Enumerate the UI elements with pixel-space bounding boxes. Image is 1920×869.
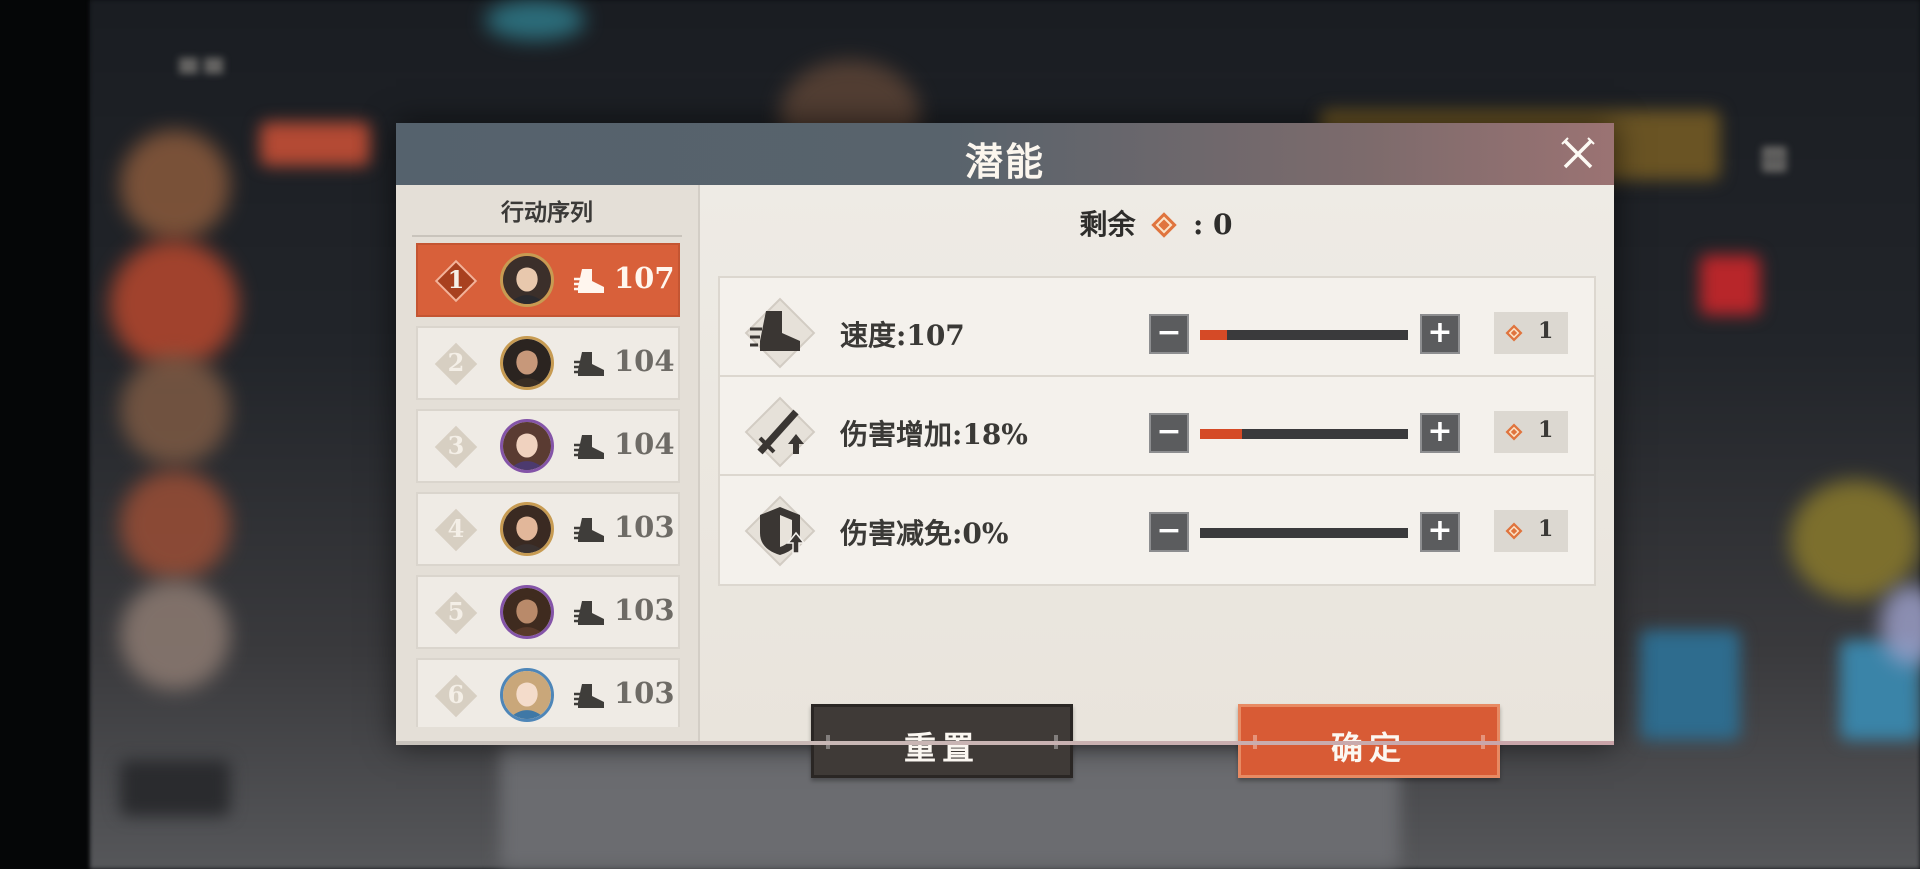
- dialog-title-bar: 潜能: [396, 123, 1614, 185]
- increase-button[interactable]: +: [1420, 413, 1460, 453]
- stat-cost-value: 1: [1538, 417, 1554, 443]
- speed-boot-icon: [574, 267, 606, 295]
- rank-number: 4: [447, 514, 465, 543]
- stat-progress-fill: [1200, 429, 1242, 439]
- speed-value: 107: [614, 261, 675, 295]
- rank-diamond-icon: 5: [434, 591, 478, 635]
- stat-row: 伤害减免:0% − + 1: [718, 474, 1596, 586]
- stat-cost: 1: [1494, 411, 1568, 453]
- rank-diamond-icon: 6: [434, 674, 478, 718]
- speed-boot-icon: [574, 599, 606, 627]
- sequence-item[interactable]: 4 103: [416, 492, 680, 566]
- remaining-label: 剩余: [1079, 208, 1136, 241]
- action-sequence-list[interactable]: 1 107 2 104 3 104 4 103 5 103 6 103: [416, 243, 680, 727]
- potential-gem-icon: [1151, 211, 1177, 238]
- background-button: [120, 760, 230, 816]
- rank-number: 1: [447, 265, 465, 294]
- rank-diamond-icon: 4: [434, 508, 478, 552]
- speed-boot-icon: [574, 433, 606, 461]
- confirm-button-label: 确定: [1330, 729, 1407, 767]
- remaining-points: 剩余 : 0: [698, 203, 1614, 244]
- decrease-button[interactable]: −: [1149, 314, 1189, 354]
- character-avatar: [500, 502, 554, 556]
- stat-progress-bar: [1200, 429, 1408, 439]
- background-card: [1790, 480, 1920, 600]
- stat-cost: 1: [1494, 510, 1568, 552]
- increase-button[interactable]: +: [1420, 512, 1460, 552]
- dialog-body: 行动序列 1 107 2 104 3 104 4 103 5 103 6 103…: [396, 185, 1614, 778]
- sequence-item[interactable]: 6 103: [416, 658, 680, 727]
- background-decor-text: ≡≡: [176, 48, 227, 83]
- potential-dialog: 潜能 行动序列 1 107 2 104 3 104 4 103 5 103 6 …: [396, 123, 1614, 778]
- close-button[interactable]: [1560, 136, 1596, 172]
- potential-gem-icon: [1505, 324, 1523, 342]
- background-portrait: [120, 130, 230, 240]
- speed-value: 103: [614, 676, 675, 710]
- increase-button[interactable]: +: [1420, 314, 1460, 354]
- decrease-button[interactable]: −: [1149, 512, 1189, 552]
- speed-boot-icon: [574, 682, 606, 710]
- rank-number: 3: [447, 431, 465, 460]
- background-tab: [260, 122, 370, 166]
- speed-value: 103: [614, 593, 675, 627]
- stat-progress-fill: [1200, 330, 1228, 340]
- background-card: [1640, 630, 1740, 740]
- rank-diamond-icon: 3: [434, 425, 478, 469]
- background-left-bar: [0, 0, 90, 869]
- rank-diamond-icon: 2: [434, 342, 478, 386]
- speed-value: 104: [614, 344, 675, 378]
- background-red-item: [1700, 255, 1760, 315]
- background-portrait: [120, 470, 230, 580]
- speed-boot-icon: [744, 297, 816, 369]
- stat-row: 速度:107 − + 1: [718, 276, 1596, 388]
- close-x-icon: [1561, 137, 1595, 169]
- decrease-button[interactable]: −: [1149, 413, 1189, 453]
- speed-boot-icon: [574, 516, 606, 544]
- stat-label: 伤害增加:18%: [840, 418, 1028, 451]
- speed-value: 103: [614, 510, 675, 544]
- character-avatar: [500, 336, 554, 390]
- action-sequence-title: 行动序列: [412, 193, 682, 237]
- damage-sword-icon: [744, 396, 816, 468]
- character-avatar: [500, 253, 554, 307]
- rank-diamond-icon: 1: [434, 259, 478, 303]
- potential-gem-icon: [1505, 522, 1523, 540]
- dialog-title: 潜能: [964, 139, 1045, 184]
- remaining-value: : 0: [1192, 208, 1233, 241]
- potential-gem-icon: [1505, 423, 1523, 441]
- stat-progress-bar: [1200, 528, 1408, 538]
- sequence-item[interactable]: 1 107: [416, 243, 680, 317]
- action-sequence-panel: 行动序列 1 107 2 104 3 104 4 103 5 103 6 103: [396, 185, 700, 745]
- stat-row: 伤害增加:18% − + 1: [718, 375, 1596, 487]
- reset-button-label: 重置: [903, 729, 980, 767]
- stat-progress-bar: [1200, 330, 1408, 340]
- dialog-bottom-edge: [396, 741, 1614, 745]
- sequence-item[interactable]: 2 104: [416, 326, 680, 400]
- rank-number: 2: [447, 348, 465, 377]
- background-decor-text: ▥: [1760, 140, 1789, 175]
- stat-cost: 1: [1494, 312, 1568, 354]
- speed-boot-icon: [574, 350, 606, 378]
- speed-value: 104: [614, 427, 675, 461]
- rank-number: 6: [447, 680, 465, 709]
- sequence-item[interactable]: 5 103: [416, 575, 680, 649]
- stat-cost-value: 1: [1538, 318, 1554, 344]
- character-avatar: [500, 668, 554, 722]
- stat-label: 速度:107: [840, 319, 965, 352]
- stat-cost-value: 1: [1538, 516, 1554, 542]
- stat-label: 伤害减免:0%: [840, 517, 1009, 550]
- rank-number: 5: [447, 597, 465, 626]
- character-avatar: [500, 419, 554, 473]
- background-portrait: [120, 580, 230, 690]
- background-portrait: [120, 355, 230, 465]
- character-avatar: [500, 585, 554, 639]
- defense-shield-icon: [744, 495, 816, 567]
- background-emblem: [485, 0, 585, 40]
- sequence-item[interactable]: 3 104: [416, 409, 680, 483]
- background-portrait: [110, 240, 238, 368]
